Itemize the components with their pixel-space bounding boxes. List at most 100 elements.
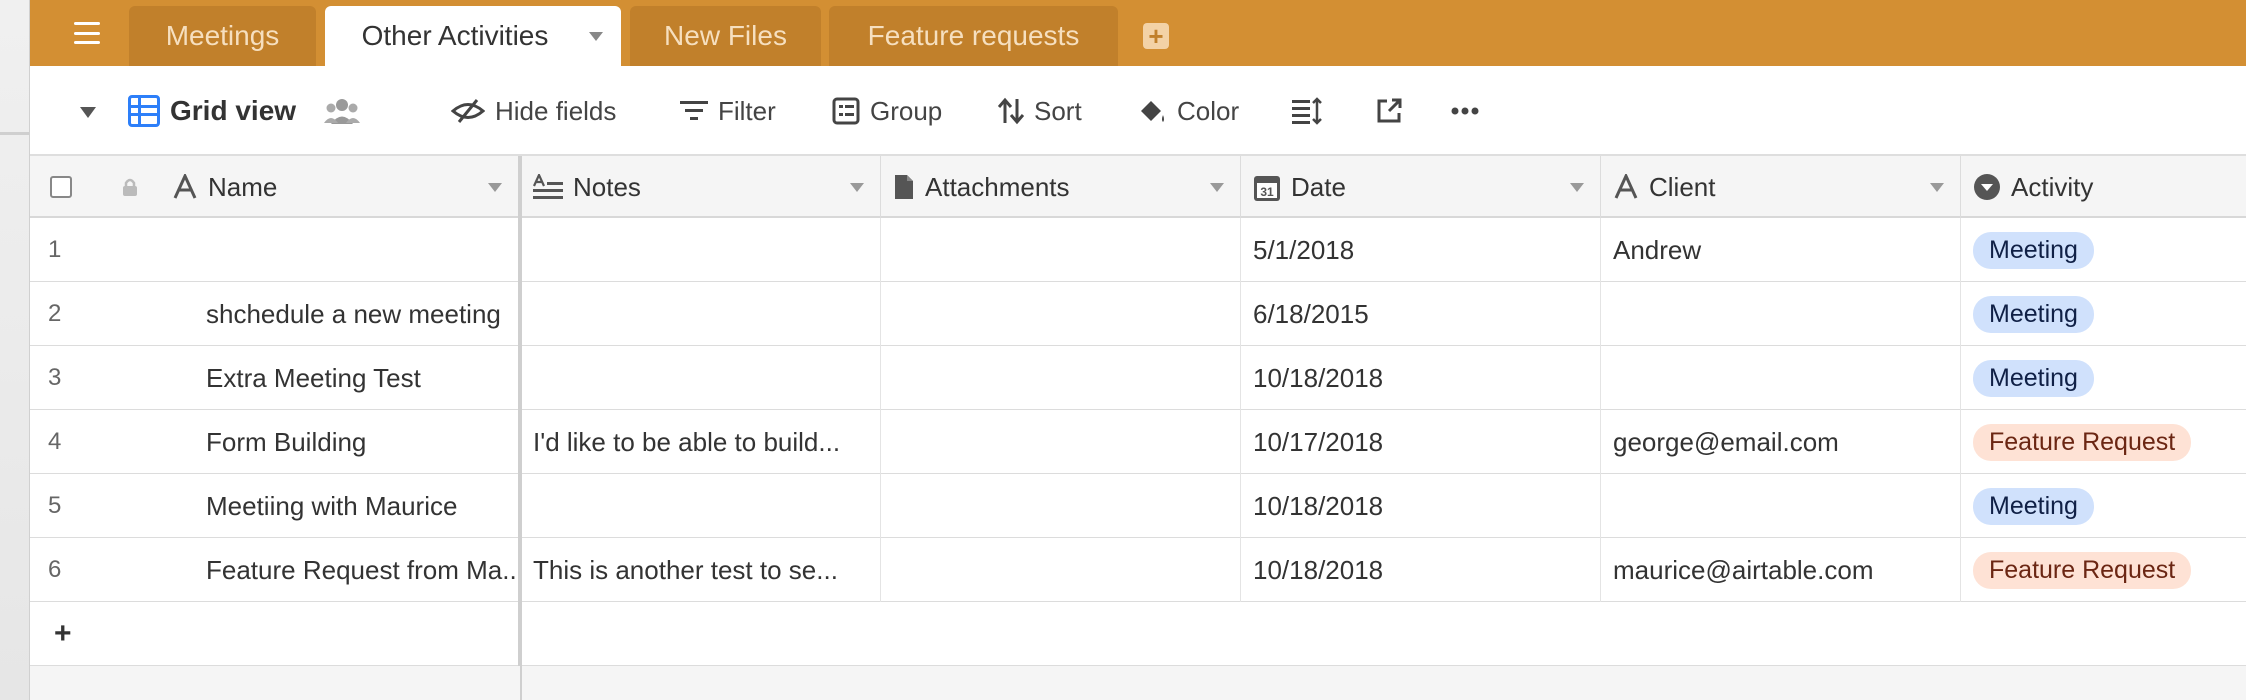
row-number-cell[interactable]: 3 <box>30 346 160 410</box>
row-height-button[interactable] <box>1292 90 1322 132</box>
tab-label: Other Activities <box>361 20 549 51</box>
cell-attachments[interactable] <box>881 474 1241 538</box>
row-number-cell[interactable]: 1 <box>30 218 160 282</box>
add-row-button[interactable]: + <box>30 602 2246 666</box>
activity-pill: Feature Request <box>1973 551 2192 589</box>
table-row[interactable]: 6 Feature Request from Ma... This is anoth… <box>30 538 2246 602</box>
tab-label: Feature requests <box>867 20 1080 51</box>
share-view-button[interactable] <box>1375 90 1403 132</box>
cell-attachments[interactable] <box>881 282 1241 346</box>
cell-client[interactable]: george@email.com <box>1601 410 1961 474</box>
table-row[interactable]: 3 Extra Meeting Test 10/18/2018 Meeting <box>30 346 2246 410</box>
collaborators-icon[interactable] <box>324 97 361 125</box>
cell-notes[interactable] <box>521 282 881 346</box>
share-icon <box>1377 98 1402 123</box>
sort-button[interactable]: Sort <box>998 90 1082 132</box>
activity-pill: Meeting <box>1973 487 2094 525</box>
single-select-icon <box>1974 174 2000 200</box>
sort-label: Sort <box>1034 95 1082 126</box>
group-button[interactable]: Group <box>832 90 942 132</box>
cell-activity[interactable]: Meeting <box>1961 218 2246 282</box>
cell-attachments[interactable] <box>881 346 1241 410</box>
row-number-cell[interactable]: 5 <box>30 474 160 538</box>
cell-name[interactable]: Feature Request from Ma... <box>194 538 520 602</box>
column-header-client[interactable]: Client <box>1601 156 1961 218</box>
row-number-cell[interactable]: 4 <box>30 410 160 474</box>
checkbox-icon[interactable] <box>50 176 72 198</box>
select-all-checkbox[interactable] <box>30 156 100 218</box>
cell-name[interactable]: Form Building <box>194 410 520 474</box>
column-header-notes[interactable]: Notes <box>521 156 881 218</box>
view-switcher[interactable]: Grid view <box>128 90 361 132</box>
tab-meetings[interactable]: Meetings <box>129 6 316 66</box>
cell-name[interactable] <box>194 218 520 282</box>
chevron-down-icon[interactable] <box>1570 183 1584 192</box>
column-label: Attachments <box>925 171 1070 202</box>
cell-activity[interactable]: Meeting <box>1961 282 2246 346</box>
cell-name[interactable]: Extra Meeting Test <box>194 346 520 410</box>
column-header-name[interactable]: Name <box>160 156 520 218</box>
column-header-attachments[interactable]: Attachments <box>881 156 1241 218</box>
plus-icon[interactable]: + <box>30 602 520 666</box>
left-edge <box>0 0 29 700</box>
tab-feature-requests[interactable]: Feature requests <box>829 6 1118 66</box>
cell-name[interactable]: Meetiing with Maurice <box>194 474 520 538</box>
cell-notes[interactable] <box>521 474 881 538</box>
table-row[interactable]: 4 Form Building I'd like to be able to bui… <box>30 410 2246 474</box>
cell-date[interactable]: 10/17/2018 <box>1241 410 1601 474</box>
cell-client[interactable]: maurice@airtable.com <box>1601 538 1961 602</box>
hide-fields-icon <box>451 99 485 123</box>
table-row[interactable]: 5 Meetiing with Maurice 10/18/2018 Meeting <box>30 474 2246 538</box>
activity-pill: Meeting <box>1973 359 2094 397</box>
row-number-cell[interactable]: 2 <box>30 282 160 346</box>
row-number-cell[interactable]: 6 <box>30 538 160 602</box>
cell-attachments[interactable] <box>881 410 1241 474</box>
tab-new-files[interactable]: New Files <box>630 6 821 66</box>
table-row[interactable]: 1 5/1/2018 Andrew Meeting <box>30 218 2246 282</box>
cell-date[interactable]: 10/18/2018 <box>1241 474 1601 538</box>
cell-date[interactable]: 10/18/2018 <box>1241 538 1601 602</box>
cell-client[interactable]: Andrew <box>1601 218 1961 282</box>
cell-notes[interactable] <box>521 346 881 410</box>
column-header-activity[interactable]: Activity <box>1961 156 2246 218</box>
chevron-down-icon[interactable] <box>80 107 96 118</box>
text-field-icon <box>173 174 197 199</box>
chevron-down-icon[interactable] <box>850 183 864 192</box>
cell-notes[interactable]: I'd like to be able to build... <box>521 410 881 474</box>
long-text-icon <box>533 174 563 199</box>
cell-date[interactable]: 10/18/2018 <box>1241 346 1601 410</box>
cell-date[interactable]: 5/1/2018 <box>1241 218 1601 282</box>
table-row[interactable]: 2 shchedule a new meeting 6/18/2015 Meeting <box>30 282 2246 346</box>
cell-name[interactable]: shchedule a new meeting <box>194 282 520 346</box>
chevron-down-icon[interactable] <box>1210 183 1224 192</box>
cell-activity[interactable]: Meeting <box>1961 346 2246 410</box>
column-header-date[interactable]: 31 Date <box>1241 156 1601 218</box>
group-icon <box>832 97 860 125</box>
cell-notes[interactable] <box>521 218 881 282</box>
tab-other-activities[interactable]: Other Activities <box>325 6 621 66</box>
grid-header-row: Name Notes Attachments 31 Date Client Ac… <box>30 156 2246 218</box>
cell-client[interactable] <box>1601 346 1961 410</box>
svg-text:31: 31 <box>1260 185 1274 199</box>
cell-date[interactable]: 6/18/2015 <box>1241 282 1601 346</box>
activity-pill: Meeting <box>1973 295 2094 333</box>
text-field-icon <box>1614 174 1638 199</box>
cell-client[interactable] <box>1601 474 1961 538</box>
filter-button[interactable]: Filter <box>680 90 776 132</box>
menu-icon[interactable] <box>74 22 100 44</box>
cell-client[interactable] <box>1601 282 1961 346</box>
chevron-down-icon[interactable] <box>488 183 502 192</box>
cell-attachments[interactable] <box>881 218 1241 282</box>
color-button[interactable]: Color <box>1137 90 1239 132</box>
tab-label: New Files <box>664 20 787 51</box>
chevron-down-icon[interactable] <box>589 32 603 41</box>
cell-activity[interactable]: Meeting <box>1961 474 2246 538</box>
cell-attachments[interactable] <box>881 538 1241 602</box>
hide-fields-button[interactable]: Hide fields <box>451 90 616 132</box>
cell-activity[interactable]: Feature Request <box>1961 410 2246 474</box>
cell-notes[interactable]: This is another test to se... <box>521 538 881 602</box>
more-options-button[interactable] <box>1451 90 1479 132</box>
chevron-down-icon[interactable] <box>1930 183 1944 192</box>
cell-activity[interactable]: Feature Request <box>1961 538 2246 602</box>
add-table-icon[interactable]: + <box>1143 23 1169 49</box>
